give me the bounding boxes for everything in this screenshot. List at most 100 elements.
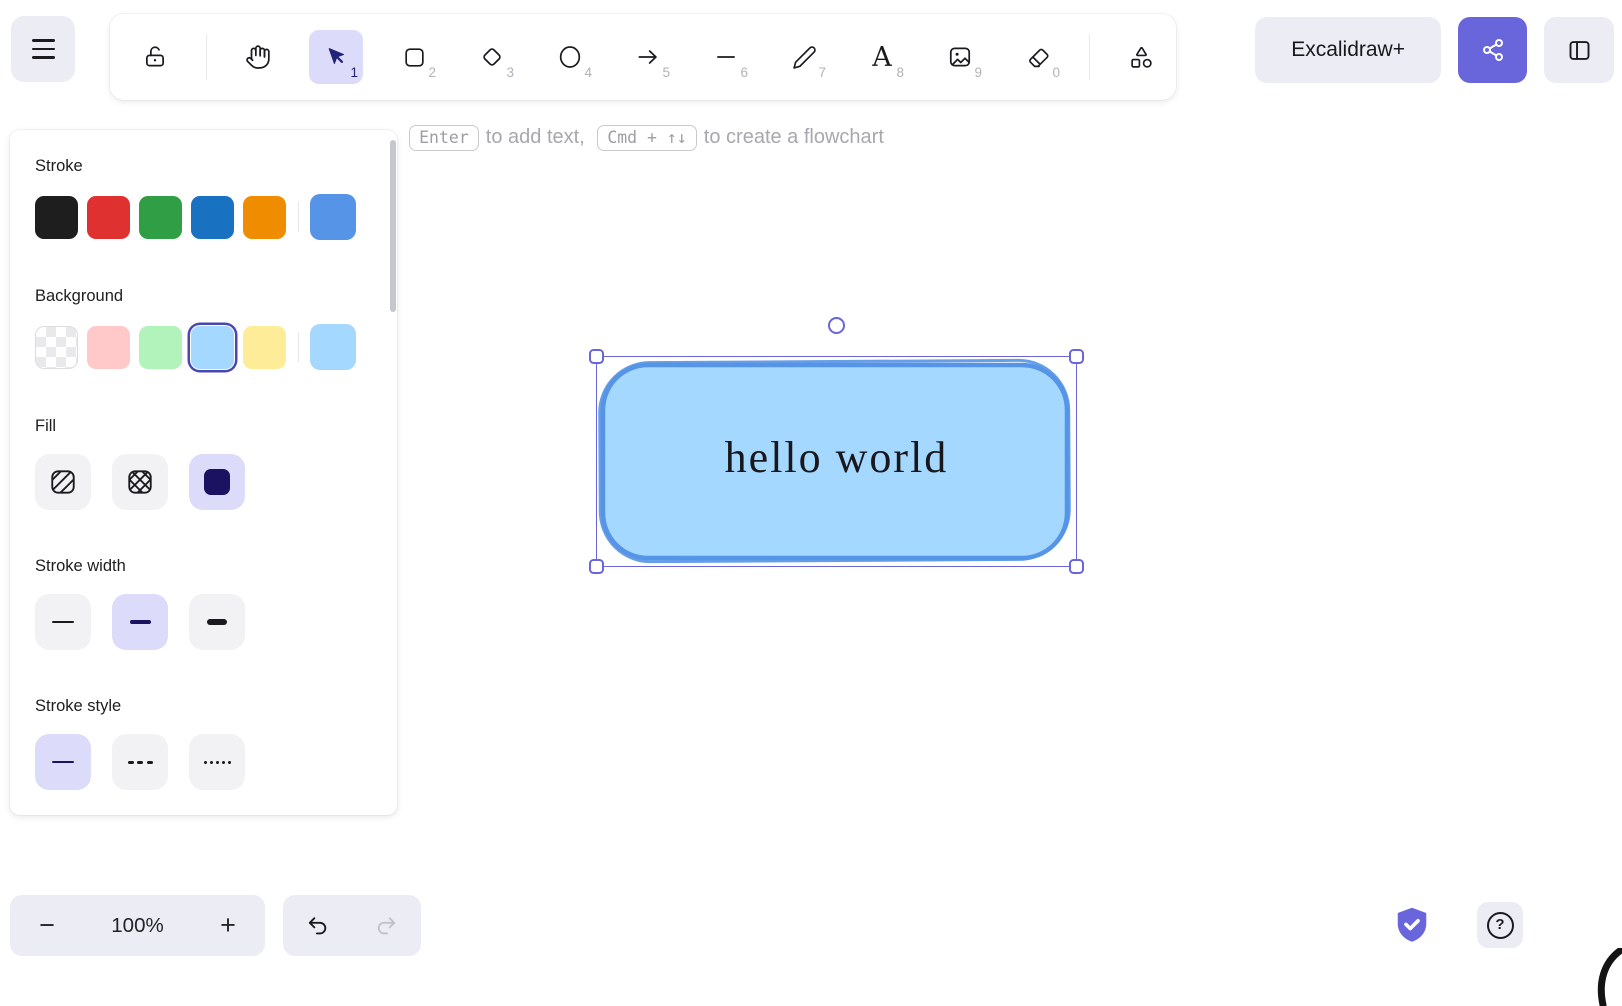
eraser-icon — [1026, 45, 1051, 70]
stroke-style-section-label: Stroke style — [35, 696, 383, 716]
fill-crosshatch-button[interactable] — [112, 454, 168, 510]
panel-scrollbar-thumb[interactable] — [390, 140, 396, 312]
solid-stroke-icon — [52, 761, 74, 764]
hachure-icon — [49, 468, 77, 496]
corner-artifact — [1596, 948, 1622, 1006]
bg-swatch-yellow[interactable] — [243, 326, 286, 369]
dotted-stroke-icon — [204, 761, 231, 764]
redo-icon — [374, 913, 399, 938]
tool-shortcut: 4 — [584, 65, 592, 80]
text-tool-icon: A — [872, 44, 892, 71]
bg-swatch-transparent[interactable] — [35, 326, 78, 369]
enter-key-hint: Enter — [409, 125, 479, 151]
stroke-style-dashed-button[interactable] — [112, 734, 168, 790]
arrow-tool-button[interactable]: 5 — [621, 30, 675, 84]
library-sidebar-button[interactable] — [1544, 17, 1614, 83]
share-icon — [1481, 38, 1505, 62]
stroke-width-row — [35, 594, 383, 650]
stroke-style-dotted-button[interactable] — [189, 734, 245, 790]
hamburger-icon — [32, 39, 55, 41]
solid-fill-icon — [204, 469, 230, 495]
history-controls — [283, 895, 421, 956]
stroke-swatch-black[interactable] — [35, 196, 78, 239]
stroke-width-thin-button[interactable] — [35, 594, 91, 650]
stroke-swatch-orange[interactable] — [243, 196, 286, 239]
stroke-swatch-blue[interactable] — [191, 196, 234, 239]
tool-shortcut: 5 — [662, 65, 670, 80]
rotate-handle[interactable] — [828, 317, 845, 334]
extra-tools-button[interactable] — [1114, 30, 1168, 84]
stroke-color-row — [35, 194, 383, 240]
resize-handle-nw[interactable] — [589, 349, 604, 364]
excalidraw-plus-button[interactable]: Excalidraw+ — [1255, 17, 1441, 83]
line-icon — [713, 44, 739, 70]
zoom-out-button[interactable]: − — [18, 895, 76, 956]
ellipse-tool-button[interactable]: 4 — [543, 30, 597, 84]
dashed-stroke-icon — [128, 761, 153, 764]
pencil-icon — [792, 45, 817, 70]
hand-icon — [245, 44, 271, 70]
encryption-shield-icon[interactable] — [1394, 905, 1430, 945]
extrabold-line-icon — [207, 619, 227, 625]
stroke-swatch-red[interactable] — [87, 196, 130, 239]
resize-handle-ne[interactable] — [1069, 349, 1084, 364]
bg-swatch-green[interactable] — [139, 326, 182, 369]
rectangle-icon — [402, 45, 427, 70]
fill-section-label: Fill — [35, 416, 383, 436]
tool-shortcut: 7 — [818, 65, 826, 80]
stroke-width-extrabold-button[interactable] — [189, 594, 245, 650]
stroke-width-section-label: Stroke width — [35, 556, 383, 576]
tool-shortcut: 3 — [506, 65, 514, 80]
bold-line-icon — [130, 620, 151, 624]
tool-shortcut: 0 — [1052, 65, 1060, 80]
stroke-current-color[interactable] — [310, 194, 356, 240]
help-button[interactable]: ? — [1477, 902, 1523, 948]
draw-tool-button[interactable]: 7 — [777, 30, 831, 84]
tool-shortcut: 1 — [350, 65, 358, 80]
image-icon — [947, 44, 973, 70]
image-tool-button[interactable]: 9 — [933, 30, 987, 84]
toolbar-divider — [206, 34, 207, 80]
main-menu-button[interactable] — [11, 16, 75, 82]
cmd-key-hint: Cmd + ↑↓ — [597, 125, 696, 151]
zoom-controls: − 100% + — [10, 895, 265, 956]
header-right-buttons: Excalidraw+ — [1255, 17, 1614, 83]
zoom-level[interactable]: 100% — [111, 914, 163, 938]
stroke-width-bold-button[interactable] — [112, 594, 168, 650]
shapes-icon — [1129, 45, 1154, 70]
fill-solid-button[interactable] — [189, 454, 245, 510]
arrow-icon — [635, 44, 661, 70]
bg-swatch-pink[interactable] — [87, 326, 130, 369]
background-current-color[interactable] — [310, 324, 356, 370]
resize-handle-sw[interactable] — [589, 559, 604, 574]
swatch-divider — [298, 332, 299, 362]
diamond-tool-button[interactable]: 3 — [465, 30, 519, 84]
tool-shortcut: 8 — [896, 65, 904, 80]
zoom-in-button[interactable]: + — [199, 895, 257, 956]
selection-tool-button[interactable]: 1 — [309, 30, 363, 84]
rectangle-tool-button[interactable]: 2 — [387, 30, 441, 84]
tool-shortcut: 9 — [974, 65, 982, 80]
cursor-icon — [324, 45, 349, 70]
toolbar-divider — [1089, 34, 1090, 80]
lock-open-icon — [142, 44, 168, 70]
tool-shortcut: 6 — [740, 65, 748, 80]
properties-panel: Stroke Background Fill — [10, 130, 397, 815]
lock-tool-button[interactable] — [128, 30, 182, 84]
fill-hachure-button[interactable] — [35, 454, 91, 510]
stroke-swatch-green[interactable] — [139, 196, 182, 239]
line-tool-button[interactable]: 6 — [699, 30, 753, 84]
share-button[interactable] — [1458, 17, 1527, 83]
stroke-section-label: Stroke — [35, 156, 383, 176]
stroke-style-solid-button[interactable] — [35, 734, 91, 790]
question-mark-icon: ? — [1487, 912, 1514, 939]
resize-handle-se[interactable] — [1069, 559, 1084, 574]
text-tool-button[interactable]: A 8 — [855, 30, 909, 84]
hand-tool-button[interactable] — [231, 30, 285, 84]
eraser-tool-button[interactable]: 0 — [1011, 30, 1065, 84]
crosshatch-icon — [126, 468, 154, 496]
redo-button[interactable] — [352, 895, 421, 956]
undo-button[interactable] — [283, 895, 352, 956]
stroke-style-row — [35, 734, 383, 790]
bg-swatch-blue[interactable] — [191, 326, 234, 369]
